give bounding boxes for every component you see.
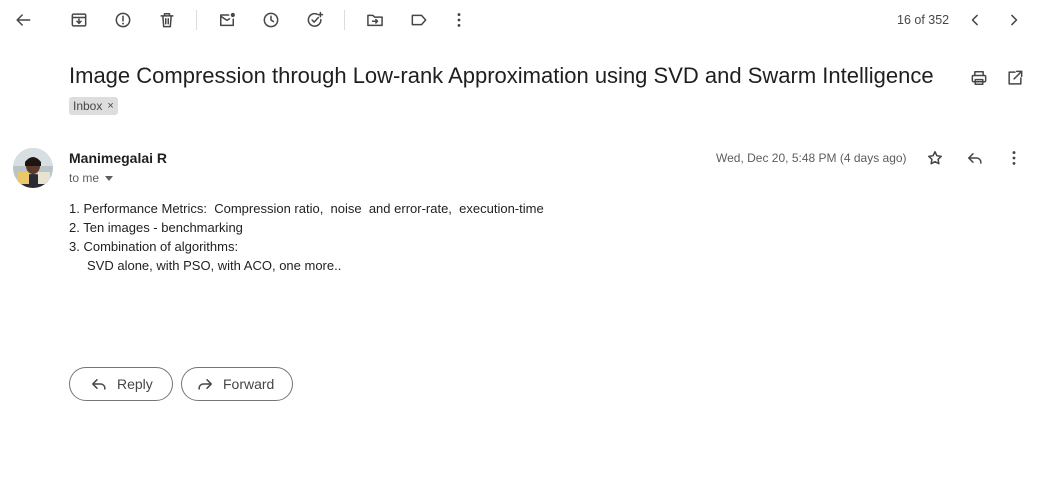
- add-task-icon: [307, 11, 324, 27]
- toolbar-divider: [196, 10, 197, 30]
- add-task-button[interactable]: [299, 4, 331, 36]
- sender-photo: [13, 148, 53, 188]
- chevron-left-icon: [971, 14, 978, 26]
- avatar[interactable]: [13, 148, 53, 188]
- email-date: Wed, Dec 20, 5:48 PM (4 days ago): [716, 151, 907, 165]
- forward-icon: [198, 379, 212, 390]
- star-button[interactable]: [919, 142, 951, 174]
- archive-icon: [71, 13, 87, 27]
- print-icon: [971, 71, 987, 85]
- mark-unread-icon: [220, 12, 235, 27]
- inbox-label-chip: Inbox ×: [69, 97, 118, 115]
- recipient-details-toggle[interactable]: to me: [69, 171, 114, 185]
- caret-down-icon: [105, 175, 114, 181]
- body-line: SVD alone, with PSO, with ACO, one more.…: [87, 258, 342, 273]
- reply-icon: [968, 153, 982, 164]
- snooze-button[interactable]: [255, 4, 287, 36]
- email-body: 1. Performance Metrics: Compression rati…: [69, 199, 544, 275]
- newer-button[interactable]: [998, 4, 1030, 36]
- sender-name[interactable]: Manimegalai R: [69, 150, 167, 166]
- forward-label: Forward: [223, 376, 275, 392]
- trash-icon: [160, 13, 174, 28]
- move-to-button[interactable]: [359, 4, 391, 36]
- remove-label-icon[interactable]: ×: [107, 100, 113, 112]
- snooze-clock-icon: [263, 12, 279, 28]
- star-icon: [928, 151, 942, 165]
- label-text: Inbox: [73, 99, 103, 113]
- reply-icon: [92, 379, 106, 390]
- chevron-right-icon: [1011, 14, 1018, 26]
- older-button[interactable]: [959, 4, 991, 36]
- move-to-folder-icon: [367, 14, 383, 27]
- back-arrow-icon: [16, 14, 31, 26]
- mark-unread-button[interactable]: [211, 4, 243, 36]
- open-in-new-icon: [1008, 70, 1023, 85]
- body-line: 2. Ten images - benchmarking: [69, 220, 243, 235]
- report-spam-icon: [115, 12, 131, 28]
- toolbar-divider: [344, 10, 345, 30]
- email-subject: Image Compression through Low-rank Appro…: [69, 63, 934, 88]
- message-counter: 16 of 352: [897, 13, 950, 27]
- print-button[interactable]: [963, 62, 995, 94]
- more-vert-icon: [1012, 151, 1016, 165]
- more-vert-icon: [457, 13, 461, 27]
- reply-label: Reply: [117, 376, 153, 392]
- archive-button[interactable]: [63, 4, 95, 36]
- recipient-summary: to me: [69, 171, 100, 185]
- body-line: 1. Performance Metrics: Compression rati…: [69, 201, 544, 216]
- delete-button[interactable]: [151, 4, 183, 36]
- report-spam-button[interactable]: [107, 4, 139, 36]
- reply-button[interactable]: Reply: [69, 367, 173, 401]
- message-more-button[interactable]: [998, 142, 1030, 174]
- labels-button[interactable]: [403, 4, 435, 36]
- body-line: 3. Combination of algorithms:: [69, 239, 239, 254]
- back-button[interactable]: [7, 4, 39, 36]
- reply-icon-button[interactable]: [959, 142, 991, 174]
- label-icon: [411, 14, 427, 26]
- forward-button[interactable]: Forward: [181, 367, 293, 401]
- open-new-window-button[interactable]: [999, 62, 1031, 94]
- more-options-button[interactable]: [443, 4, 475, 36]
